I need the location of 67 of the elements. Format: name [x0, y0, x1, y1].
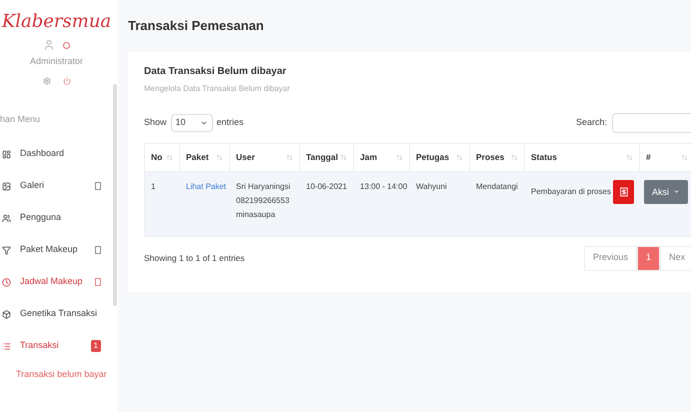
menu-item[interactable]: Paket Makeup	[0, 234, 113, 266]
search-label: Search:	[576, 116, 607, 129]
sort-icon[interactable]	[456, 154, 463, 160]
sort-icon[interactable]	[166, 154, 173, 160]
menu-icon	[2, 182, 11, 190]
expand-icon	[95, 278, 101, 286]
table-cell: Mendatangi	[476, 182, 518, 190]
column-header[interactable]: Paket	[186, 150, 209, 164]
view-package-link[interactable]: Lihat Paket	[186, 182, 226, 190]
menu-item[interactable]: Jadwal Makeup	[0, 266, 113, 298]
column-header[interactable]: User	[236, 150, 255, 164]
menu-icon	[2, 310, 11, 318]
sort-icon[interactable]	[216, 154, 223, 160]
menu-item[interactable]: Galeri	[0, 170, 113, 202]
sort-icon[interactable]	[681, 154, 688, 160]
card-subtitle: Mengelola Data Transaksi Belum dibayar	[144, 82, 291, 94]
menu-icon	[2, 246, 11, 254]
logo: Klabersmua	[0, 10, 112, 34]
table-cell-text: minasaupa	[236, 208, 276, 221]
section-label: han Menu	[0, 112, 42, 126]
sort-icon[interactable]	[511, 154, 518, 160]
column-header[interactable]: Tanggal	[306, 150, 338, 164]
menu-icon	[2, 278, 11, 286]
table-cell-text: Sri Haryaningsi	[236, 180, 292, 193]
search-field[interactable]	[612, 112, 691, 132]
table-cell: 13:00 - 14:00	[360, 182, 408, 190]
card-title: Data Transaksi Belum dibayar	[144, 64, 288, 78]
pagination-button[interactable]: Previous	[584, 246, 637, 270]
sort-icon[interactable]	[340, 154, 347, 160]
table-info: Showing 1 to 1 of 1 entries	[144, 252, 245, 264]
column-header[interactable]: Status	[531, 150, 557, 164]
column-header[interactable]: Jam	[360, 150, 378, 164]
caret-icon	[673, 188, 680, 195]
receipt-icon	[618, 186, 629, 196]
expand-icon	[95, 182, 101, 190]
pagination-button[interactable]: Nex	[660, 246, 691, 270]
receipt-button[interactable]	[613, 180, 634, 204]
column-header[interactable]: #	[646, 150, 651, 164]
user-name: Administrator	[28, 55, 84, 68]
entries-label: entries	[216, 116, 244, 129]
action-button[interactable]: Aksi	[644, 180, 688, 204]
menu-item[interactable]: Genetika Transaksi	[0, 298, 113, 330]
column-header[interactable]: Petugas	[416, 150, 450, 164]
table-cell-text: 082199266553	[236, 194, 290, 206]
menu-item[interactable]: Pengguna	[0, 202, 113, 234]
power-icon[interactable]	[62, 76, 70, 84]
page-title: Transaksi Pemesanan	[128, 17, 265, 35]
entries-select[interactable]: 10	[170, 114, 213, 132]
table-cell: 10-06-2021	[306, 182, 347, 190]
sort-icon[interactable]	[396, 154, 403, 160]
menu-icon	[2, 342, 11, 350]
avatar-icon	[43, 39, 55, 51]
settings-icon[interactable]	[42, 76, 50, 84]
menu-icon	[2, 214, 11, 222]
sort-icon[interactable]	[626, 154, 633, 160]
table-cell-text: Pembayaran di proses	[531, 186, 612, 198]
column-header[interactable]: No	[151, 150, 162, 164]
show-label: Show	[144, 116, 167, 129]
menu-item[interactable]: Transaksi 1	[0, 330, 113, 362]
menu-icon	[2, 150, 11, 158]
table-cell: 1	[151, 182, 156, 190]
menu-item[interactable]: Dashboard	[0, 138, 113, 170]
table-cell: Wahyuni	[416, 182, 447, 190]
count-badge: 1	[90, 340, 101, 352]
sort-icon[interactable]	[286, 154, 293, 160]
column-header[interactable]: Proses	[476, 150, 504, 164]
expand-icon	[95, 246, 101, 254]
